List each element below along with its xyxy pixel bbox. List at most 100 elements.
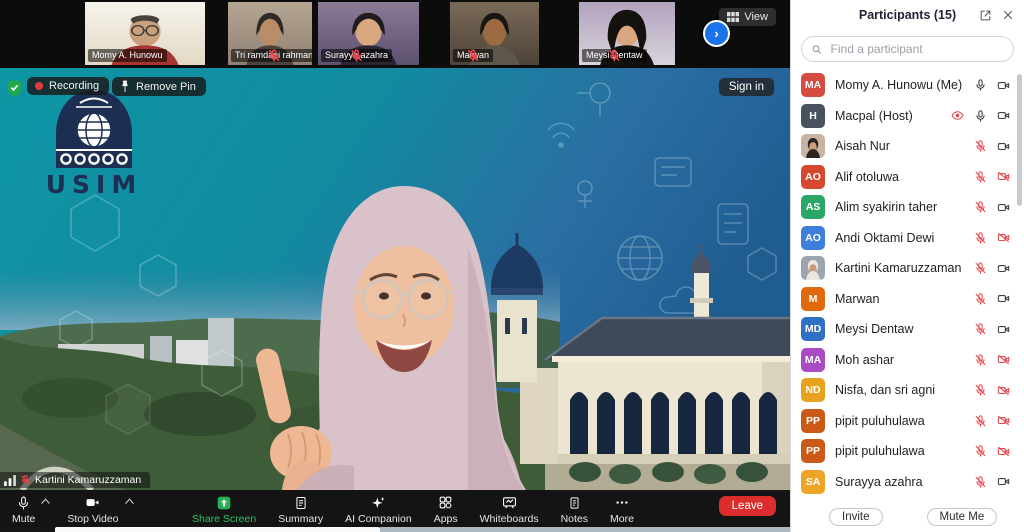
invite-button[interactable]: Invite: [829, 508, 883, 526]
camera-on-icon: [996, 79, 1011, 92]
next-videos-button[interactable]: ›: [703, 20, 730, 47]
participant-avatar: SA: [801, 470, 825, 494]
leave-button[interactable]: Leave: [719, 496, 776, 516]
remove-pin-button[interactable]: Remove Pin: [112, 77, 206, 96]
participant-avatar: MA: [801, 348, 825, 372]
camera-off-icon: [996, 445, 1011, 458]
recording-badge[interactable]: Recording: [27, 77, 109, 95]
participant-row[interactable]: SA Surayya azahra: [791, 467, 1024, 498]
participants-scrollbar[interactable]: [1017, 74, 1022, 206]
participant-row[interactable]: MD Meysi Dentaw: [791, 314, 1024, 345]
participant-name: Alim syakirin taher: [835, 200, 937, 214]
whiteboard-icon: [501, 493, 518, 512]
participant-avatar: AO: [801, 226, 825, 250]
toolbar-notes[interactable]: Notes: [561, 493, 588, 525]
video-thumbnail[interactable]: Meysi Dentaw: [579, 2, 675, 65]
toolbar-whiteboards-label: Whiteboards: [480, 513, 539, 525]
camera-off-icon: [996, 231, 1011, 244]
thumbnail-name-label: Tri ramdani rahman: [231, 49, 312, 62]
participant-row[interactable]: AS Alim syakirin taher: [791, 192, 1024, 223]
mic-muted-icon: [582, 49, 647, 62]
participant-name: Kartini Kamaruzzaman: [835, 261, 961, 275]
active-speaker-nameplate: Kartini Kamaruzzaman: [0, 472, 150, 488]
participant-status-icons: [974, 322, 1024, 336]
participant-row[interactable]: MAMomy A. Hunowu (Me): [791, 70, 1024, 101]
toolbar-apps[interactable]: Apps: [434, 493, 458, 525]
toolbar-more[interactable]: More: [610, 493, 634, 525]
toolbar-ai-companion[interactable]: AI Companion: [345, 493, 412, 525]
camera-off-icon: [996, 353, 1011, 366]
thumbnail-name-label: Marwan: [453, 49, 493, 62]
participant-row[interactable]: M Marwan: [791, 284, 1024, 315]
toolbar-center-cluster: Share Screen Summary AI Companion Apps W…: [192, 493, 634, 525]
sign-in-button[interactable]: Sign in: [719, 78, 774, 96]
participant-name: Meysi Dentaw: [835, 322, 914, 336]
recording-eye-icon: [950, 109, 965, 122]
chevron-up-icon[interactable]: [40, 496, 51, 508]
chevron-up-icon[interactable]: [124, 496, 135, 508]
participant-photo-avatar: [801, 134, 825, 158]
participant-search-box[interactable]: [801, 36, 1014, 62]
usim-logo-text: USIM: [46, 170, 143, 199]
participant-avatar: PP: [801, 439, 825, 463]
close-icon[interactable]: [1002, 9, 1014, 21]
remove-pin-label: Remove Pin: [136, 81, 196, 93]
meeting-main-area: Momy A. Hunowu Tri ramdani rahman Surayy…: [0, 0, 790, 532]
participant-row[interactable]: Aisah Nur: [791, 131, 1024, 162]
pushpin-icon: [120, 80, 130, 93]
participant-avatar: MD: [801, 317, 825, 341]
participant-row[interactable]: AO Andi Oktami Dewi: [791, 223, 1024, 254]
search-input[interactable]: [829, 41, 1004, 57]
participant-name: Surayya azahra: [835, 475, 923, 489]
view-button-label: View: [744, 11, 768, 23]
participant-row[interactable]: AOAlif otoluwa: [791, 162, 1024, 193]
participant-name: Andi Oktami Dewi: [835, 231, 934, 245]
recording-dot-icon: [35, 82, 43, 90]
participant-name: Macpal (Host): [835, 109, 913, 123]
participant-row[interactable]: PPpipit puluhulawa: [791, 406, 1024, 437]
toolbar-mute[interactable]: Mute: [12, 493, 35, 525]
toolbar-summary[interactable]: Summary: [278, 493, 323, 525]
video-thumbnail[interactable]: Surayya azahra: [318, 2, 419, 65]
share-screen-icon: [216, 493, 232, 512]
view-button[interactable]: View: [719, 8, 776, 26]
toolbar-share-screen[interactable]: Share Screen: [192, 493, 256, 525]
popout-icon[interactable]: [979, 9, 992, 22]
mic-on-icon: [974, 109, 987, 123]
participant-avatar: PP: [801, 409, 825, 433]
participant-row[interactable]: MAMoh ashar: [791, 345, 1024, 376]
main-video: USIM: [0, 68, 790, 490]
participant-name: Marwan: [835, 292, 879, 306]
video-filmstrip: Momy A. Hunowu Tri ramdani rahman Surayy…: [0, 0, 790, 68]
video-thumbnail[interactable]: Tri ramdani rahman: [228, 2, 312, 65]
mic-muted-icon: [974, 261, 987, 275]
zoom-meeting-window: Momy A. Hunowu Tri ramdani rahman Surayy…: [0, 0, 1024, 532]
participant-status-icons: [974, 414, 1024, 428]
more-dots-icon: [614, 493, 630, 512]
main-video-scene: USIM: [0, 68, 790, 490]
mic-muted-icon: [974, 444, 987, 458]
microphone-icon: [16, 493, 31, 512]
participant-avatar: AO: [801, 165, 825, 189]
toolbar-stop-video[interactable]: Stop Video: [67, 493, 118, 525]
summary-doc-icon: [294, 493, 308, 512]
camera-on-icon: [996, 262, 1011, 275]
toolbar-notes-label: Notes: [561, 513, 588, 525]
toolbar-whiteboards[interactable]: Whiteboards: [480, 493, 539, 525]
participant-status-icons: [974, 475, 1024, 489]
video-camera-icon: [84, 493, 101, 512]
participant-row[interactable]: Kartini Kamaruzzaman: [791, 253, 1024, 284]
participant-row[interactable]: HMacpal (Host): [791, 101, 1024, 132]
video-thumbnail[interactable]: Momy A. Hunowu: [85, 2, 205, 65]
participant-avatar: M: [801, 287, 825, 311]
mic-muted-icon: [974, 200, 987, 214]
camera-on-icon: [996, 323, 1011, 336]
recording-label: Recording: [49, 80, 99, 92]
video-thumbnail[interactable]: Marwan: [450, 2, 539, 65]
mic-muted-icon: [974, 353, 987, 367]
participant-avatar: AS: [801, 195, 825, 219]
participant-row[interactable]: NDNisfa, dan sri agni: [791, 375, 1024, 406]
participant-row[interactable]: PPpipit puluhulawa: [791, 436, 1024, 467]
mute-me-button[interactable]: Mute Me: [927, 508, 998, 526]
thumbnail-name: Momy A. Hunowu: [92, 50, 163, 61]
